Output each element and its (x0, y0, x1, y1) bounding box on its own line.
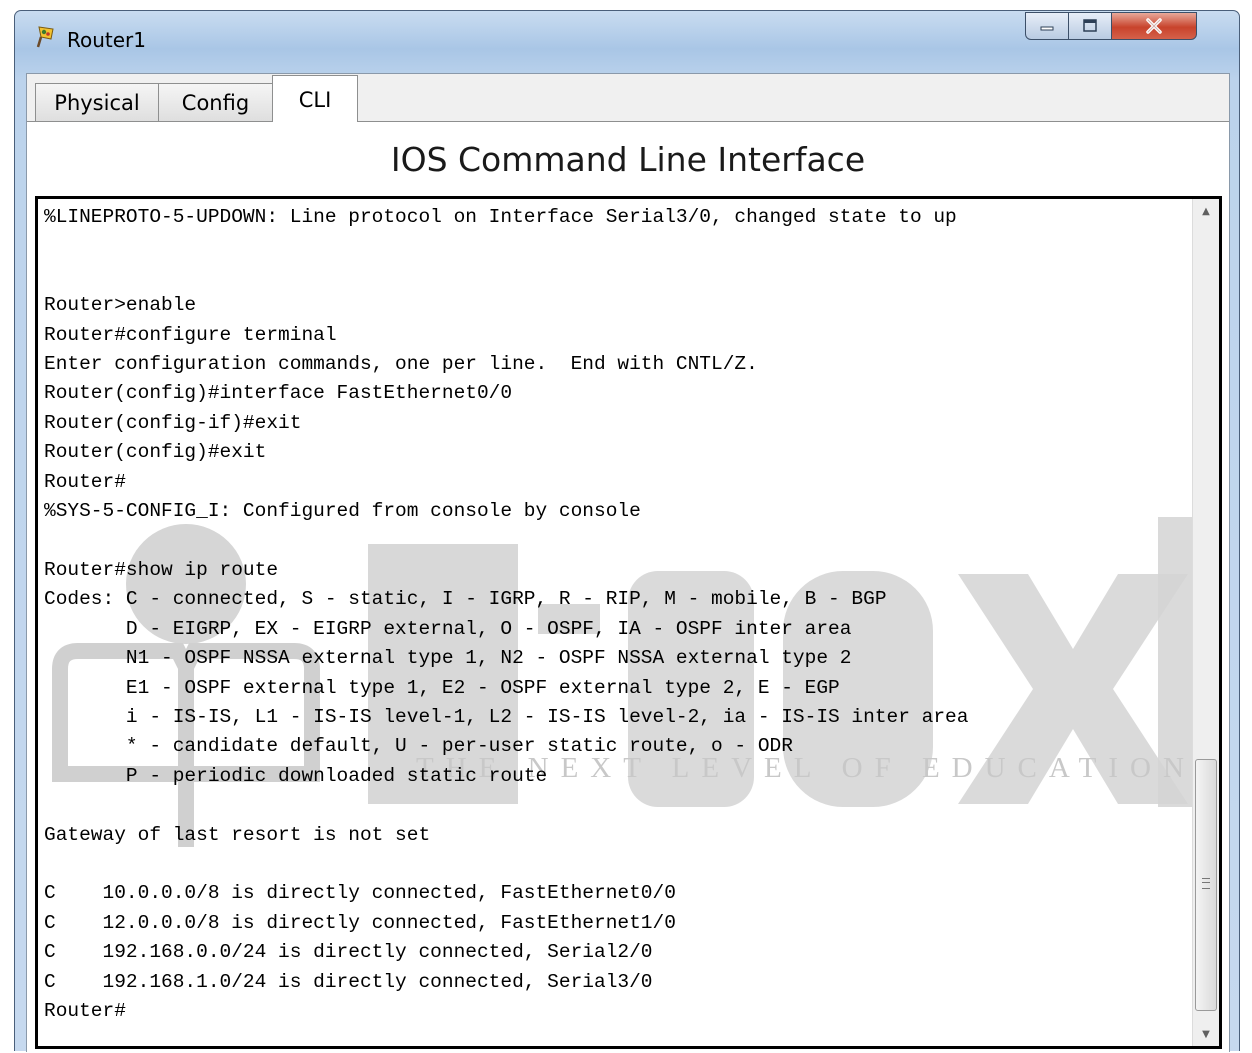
console-line: P - periodic downloaded static route (44, 764, 548, 787)
maximize-button[interactable] (1068, 12, 1112, 40)
tab-physical[interactable]: Physical (35, 83, 159, 122)
console-line: C 12.0.0.0/8 is directly connected, Fast… (44, 911, 676, 934)
console-line: %LINEPROTO-5-UPDOWN: Line protocol on In… (44, 206, 957, 228)
console-line: Router(config)#interface FastEthernet0/0 (44, 382, 513, 405)
page-title: IOS Command Line Interface (390, 140, 866, 179)
console-line: Router>enable (44, 294, 197, 317)
console-line: Router# (44, 999, 126, 1022)
console-line: %SYS-5-CONFIG_I: Configured from console… (44, 500, 641, 523)
console-line: N1 - OSPF NSSA external type 1, N2 - OSP… (44, 647, 852, 670)
router-window: Router1 Physical Config CLI IOS Command … (14, 10, 1240, 1053)
tab-container: Physical Config CLI IOS Command Line Int… (26, 73, 1230, 1053)
console-line: * - candidate default, U - per-user stat… (44, 735, 793, 758)
console-line: E1 - OSPF external type 1, E2 - OSPF ext… (44, 676, 840, 699)
title-bar[interactable]: Router1 (15, 11, 1239, 73)
scroll-thumb[interactable] (1195, 759, 1217, 1011)
close-button[interactable] (1111, 12, 1197, 40)
console-line: Router# (44, 470, 126, 493)
scroll-up-button[interactable]: ▲ (1193, 199, 1219, 223)
close-icon (1146, 18, 1162, 34)
scroll-down-button[interactable]: ▼ (1193, 1022, 1219, 1046)
console-line: C 192.168.1.0/24 is directly connected, … (44, 970, 653, 993)
maximize-icon (1083, 19, 1097, 32)
console-line: C 10.0.0.0/8 is directly connected, Fast… (44, 882, 676, 905)
arrow-up-icon: ▲ (1202, 205, 1210, 217)
minimize-icon (1040, 26, 1054, 31)
minimize-button[interactable] (1025, 12, 1069, 40)
console-line: Router#configure terminal (44, 323, 337, 346)
tab-config[interactable]: Config (158, 83, 273, 122)
arrow-down-icon: ▼ (1202, 1028, 1210, 1040)
console-line: Gateway of last resort is not set (44, 823, 431, 846)
window-title: Router1 (67, 28, 147, 52)
cli-console[interactable]: THE NEXT LEVEL OF EDUCATION %LINEPROTO-5… (35, 196, 1222, 1049)
console-line: Router#show ip route (44, 558, 279, 581)
console-line: Router(config-if)#exit (44, 411, 302, 434)
console-output: %LINEPROTO-5-UPDOWN: Line protocol on In… (44, 203, 1174, 1026)
tab-cli[interactable]: CLI (272, 75, 358, 123)
router-app-icon (36, 26, 54, 48)
console-line: D - EIGRP, EX - EIGRP external, O - OSPF… (44, 617, 852, 640)
grip-icon (1202, 878, 1210, 889)
console-line: Enter configuration commands, one per li… (44, 353, 758, 376)
console-line: i - IS-IS, L1 - IS-IS level-1, L2 - IS-I… (44, 705, 969, 728)
tab-strip: Physical Config CLI (27, 74, 1229, 123)
console-line: C 192.168.0.0/24 is directly connected, … (44, 941, 653, 964)
console-line: Router(config)#exit (44, 441, 267, 464)
vertical-scrollbar[interactable]: ▲ ▼ (1192, 199, 1219, 1046)
console-line: Codes: C - connected, S - static, I - IG… (44, 588, 887, 611)
cli-panel: IOS Command Line Interface THE NEXT LEVE… (27, 122, 1229, 1053)
